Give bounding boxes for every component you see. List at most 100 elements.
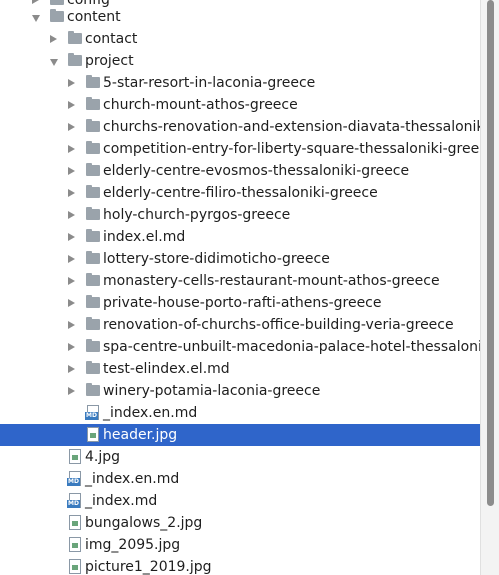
tree-row-file[interactable]: bungalows_2.jpg — [0, 512, 480, 534]
tree-item-label: 4.jpg — [85, 449, 121, 465]
folder-icon — [50, 9, 64, 22]
folder-icon — [86, 317, 100, 330]
markdown-file-icon: MD — [67, 471, 81, 486]
tree-item-label: competition-entry-for-liberty-square-the… — [103, 141, 480, 157]
tree-item-label: church-mount-athos-greece — [103, 97, 298, 113]
folder-icon — [86, 163, 100, 176]
chevron-right-icon[interactable] — [68, 79, 75, 87]
chevron-right-icon[interactable] — [68, 167, 75, 175]
markdown-file-icon: MD — [67, 493, 81, 508]
tree-row-folder[interactable]: competition-entry-for-liberty-square-the… — [0, 138, 480, 160]
tree-row-folder[interactable]: church-mount-athos-greece — [0, 94, 480, 116]
tree-row-folder[interactable]: winery-potamia-laconia-greece — [0, 380, 480, 402]
folder-icon — [86, 185, 100, 198]
md-badge: MD — [85, 412, 98, 420]
chevron-right-icon[interactable] — [50, 35, 57, 43]
folder-icon — [86, 75, 100, 88]
tree-item-label: private-house-porto-rafti-athens-greece — [103, 295, 382, 311]
tree-item-label: header.jpg — [103, 427, 178, 443]
tree-row-folder[interactable]: 5-star-resort-in-laconia-greece — [0, 72, 480, 94]
folder-icon — [86, 361, 100, 374]
tree-item-label: project — [85, 53, 134, 69]
tree-item-label: _index.md — [85, 493, 158, 509]
tree-item-label: contact — [85, 31, 138, 47]
tree-row-folder[interactable]: elderly-centre-evosmos-thessaloniki-gree… — [0, 160, 480, 182]
tree-row-file[interactable]: 4.jpg — [0, 446, 480, 468]
tree-item-label: renovation-of-churchs-office-building-ve… — [103, 317, 454, 333]
tree-item-label: monastery-cells-restaurant-mount-athos-g… — [103, 273, 440, 289]
tree-row-folder[interactable]: spa-centre-unbuilt-macedonia-palace-hote… — [0, 336, 480, 358]
tree-row-file[interactable]: MD _index.en.md — [0, 402, 480, 424]
folder-icon — [86, 119, 100, 132]
chevron-right-icon[interactable] — [68, 145, 75, 153]
chevron-right-icon[interactable] — [68, 321, 75, 329]
folder-icon — [86, 251, 100, 264]
tree-item-label: churchs-renovation-and-extension-diavata… — [103, 119, 480, 135]
folder-icon — [68, 31, 82, 44]
chevron-right-icon[interactable] — [68, 299, 75, 307]
markdown-file-icon: MD — [85, 405, 99, 420]
chevron-down-icon[interactable] — [32, 15, 40, 22]
tree-item-label: _index.en.md — [85, 471, 180, 487]
tree-row-folder[interactable]: elderly-centre-filiro-thessaloniki-greec… — [0, 182, 480, 204]
tree-item-label: holy-church-pyrgos-greece — [103, 207, 291, 223]
image-file-icon — [69, 515, 81, 530]
chevron-right-icon[interactable] — [32, 0, 39, 4]
tree-row-folder[interactable]: lottery-store-didimoticho-greece — [0, 248, 480, 270]
folder-icon — [86, 383, 100, 396]
scrollbar-thumb[interactable] — [487, 0, 494, 506]
tree-row-folder[interactable]: holy-church-pyrgos-greece — [0, 204, 480, 226]
chevron-right-icon[interactable] — [68, 387, 75, 395]
tree-row-folder[interactable]: renovation-of-churchs-office-building-ve… — [0, 314, 480, 336]
folder-icon — [86, 229, 100, 242]
tree-row-folder[interactable]: index.el.md — [0, 226, 480, 248]
tree-item-label: index.el.md — [103, 229, 186, 245]
chevron-right-icon[interactable] — [68, 277, 75, 285]
tree-row-file[interactable]: picture1_2019.jpg — [0, 556, 480, 575]
project-file-tree: config content contact project 5-star-re… — [0, 0, 480, 575]
image-file-icon — [69, 559, 81, 574]
tree-row-file[interactable]: MD _index.en.md — [0, 468, 480, 490]
tree-row-folder[interactable]: private-house-porto-rafti-athens-greece — [0, 292, 480, 314]
tree-item-label: test-elindex.el.md — [103, 361, 230, 377]
chevron-right-icon[interactable] — [68, 365, 75, 373]
chevron-right-icon[interactable] — [68, 233, 75, 241]
chevron-right-icon[interactable] — [68, 211, 75, 219]
folder-icon — [86, 207, 100, 220]
tree-item-label: elderly-centre-evosmos-thessaloniki-gree… — [103, 163, 410, 179]
folder-icon — [86, 295, 100, 308]
tree-item-label: _index.en.md — [103, 405, 198, 421]
tree-item-label: content — [67, 9, 121, 25]
folder-icon — [86, 141, 100, 154]
tree-item-label: winery-potamia-laconia-greece — [103, 383, 321, 399]
tree-row-contact[interactable]: contact — [0, 28, 480, 50]
chevron-down-icon[interactable] — [50, 59, 58, 66]
chevron-right-icon[interactable] — [68, 343, 75, 351]
md-badge: MD — [67, 500, 80, 508]
tree-item-label: elderly-centre-filiro-thessaloniki-greec… — [103, 185, 378, 201]
tree-item-label: img_2095.jpg — [85, 537, 181, 553]
tree-item-label: 5-star-resort-in-laconia-greece — [103, 75, 316, 91]
vertical-scrollbar[interactable] — [480, 0, 499, 575]
image-file-icon — [69, 449, 81, 464]
folder-icon — [86, 273, 100, 286]
chevron-right-icon[interactable] — [68, 123, 75, 131]
folder-icon — [86, 339, 100, 352]
tree-row-file[interactable]: MD _index.md — [0, 490, 480, 512]
image-file-icon — [87, 427, 99, 442]
tree-row-project[interactable]: project — [0, 50, 480, 72]
tree-row-content[interactable]: content — [0, 6, 480, 28]
tree-row-folder[interactable]: test-elindex.el.md — [0, 358, 480, 380]
tree-row-folder[interactable]: monastery-cells-restaurant-mount-athos-g… — [0, 270, 480, 292]
chevron-right-icon[interactable] — [68, 255, 75, 263]
tree-item-label: spa-centre-unbuilt-macedonia-palace-hote… — [103, 339, 480, 355]
chevron-right-icon[interactable] — [68, 101, 75, 109]
tree-item-label: picture1_2019.jpg — [85, 559, 212, 575]
md-badge: MD — [67, 478, 80, 486]
chevron-right-icon[interactable] — [68, 189, 75, 197]
tree-row-folder[interactable]: churchs-renovation-and-extension-diavata… — [0, 116, 480, 138]
folder-icon — [50, 0, 64, 5]
tree-row-file[interactable]: img_2095.jpg — [0, 534, 480, 556]
folder-icon — [86, 97, 100, 110]
tree-row-file-selected[interactable]: header.jpg — [0, 424, 480, 446]
